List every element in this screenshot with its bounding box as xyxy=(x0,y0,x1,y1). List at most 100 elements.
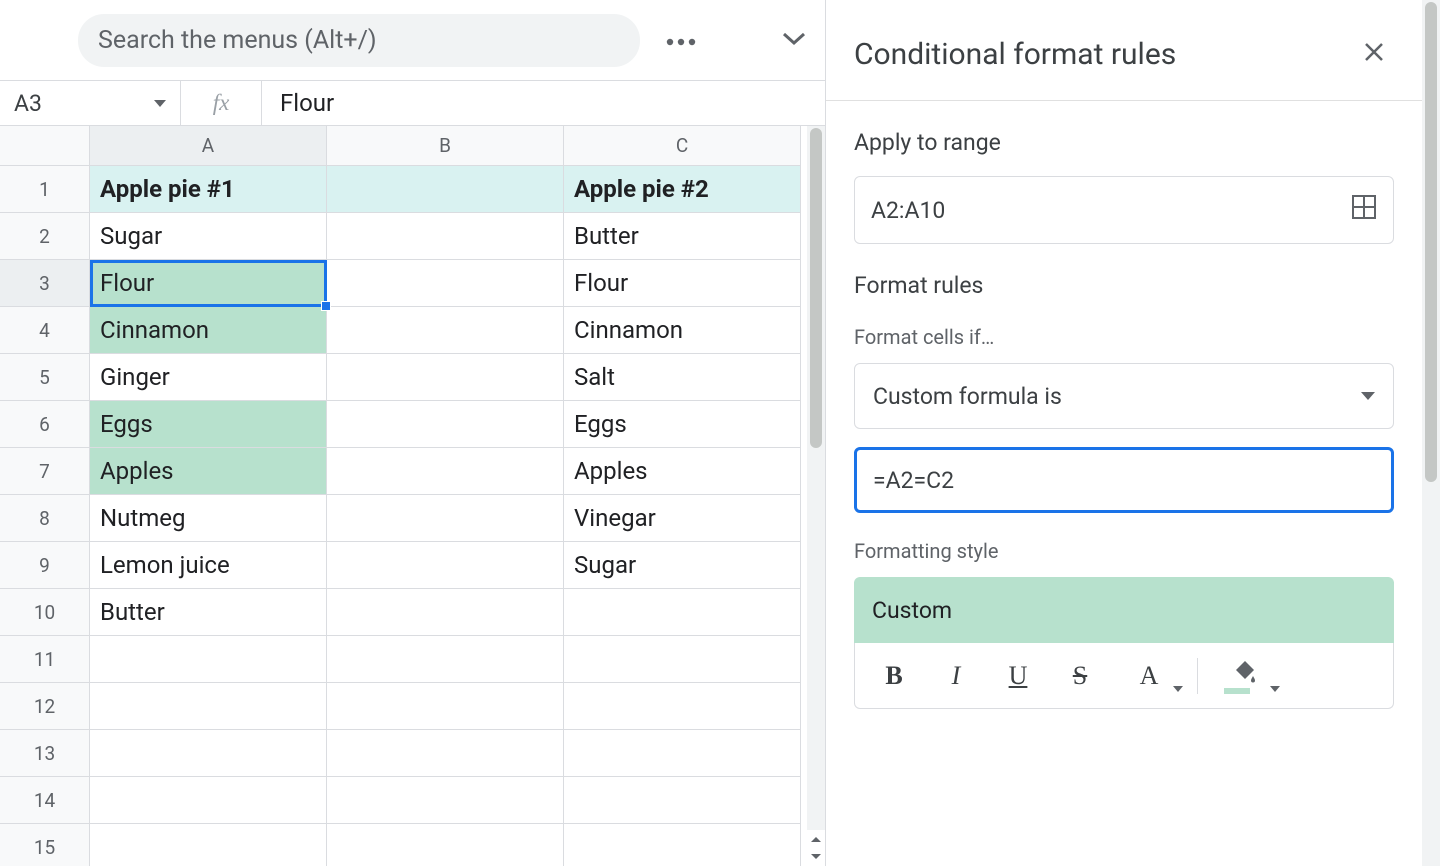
italic-button[interactable]: I xyxy=(931,654,981,698)
cell-C11[interactable] xyxy=(564,636,801,683)
row-header-8[interactable]: 8 xyxy=(0,495,90,542)
cell-B15[interactable] xyxy=(327,824,564,866)
fill-color-button[interactable] xyxy=(1214,654,1278,698)
row-header-7[interactable]: 7 xyxy=(0,448,90,495)
close-icon xyxy=(1363,41,1385,67)
cell-C6[interactable]: Eggs xyxy=(564,401,801,448)
row-header-10[interactable]: 10 xyxy=(0,589,90,636)
row-header-6[interactable]: 6 xyxy=(0,401,90,448)
fx-icon: fx xyxy=(213,90,230,116)
style-preview[interactable]: Custom xyxy=(854,577,1394,643)
bold-button[interactable]: B xyxy=(869,654,919,698)
row-header-1[interactable]: 1 xyxy=(0,166,90,213)
cell-C10[interactable] xyxy=(564,589,801,636)
cell-B4[interactable] xyxy=(327,307,564,354)
cell-A5[interactable]: Ginger xyxy=(90,354,327,401)
cell-C14[interactable] xyxy=(564,777,801,824)
text-color-button[interactable]: A xyxy=(1117,654,1181,698)
cell-A1[interactable]: Apple pie #1 xyxy=(90,166,327,213)
cell-B7[interactable] xyxy=(327,448,564,495)
row-header-4[interactable]: 4 xyxy=(0,307,90,354)
row-header-9[interactable]: 9 xyxy=(0,542,90,589)
row-header-14[interactable]: 14 xyxy=(0,777,90,824)
close-panel-button[interactable] xyxy=(1354,34,1394,74)
cell-C9[interactable]: Sugar xyxy=(564,542,801,589)
cell-A10[interactable]: Butter xyxy=(90,589,327,636)
cell-A3[interactable]: Flour xyxy=(90,260,327,307)
cell-C12[interactable] xyxy=(564,683,801,730)
cell-C5[interactable]: Salt xyxy=(564,354,801,401)
cell-C4[interactable]: Cinnamon xyxy=(564,307,801,354)
cell-B2[interactable] xyxy=(327,213,564,260)
cell-B14[interactable] xyxy=(327,777,564,824)
select-all-corner[interactable] xyxy=(0,126,90,166)
cell-C2[interactable]: Butter xyxy=(564,213,801,260)
more-menu-button[interactable] xyxy=(658,16,705,64)
panel-scrollbar[interactable] xyxy=(1422,0,1440,866)
row-header-11[interactable]: 11 xyxy=(0,636,90,683)
row-header-13[interactable]: 13 xyxy=(0,730,90,777)
scroll-up-button[interactable] xyxy=(807,830,825,848)
fx-label: fx xyxy=(180,81,262,125)
range-input[interactable]: A2:A10 xyxy=(854,176,1394,244)
fill-color-swatch xyxy=(1224,688,1250,694)
format-if-label: Format cells if… xyxy=(854,325,1394,349)
chevron-down-icon xyxy=(1361,392,1375,400)
custom-formula-input[interactable]: =A2=C2 xyxy=(854,447,1394,513)
strikethrough-button[interactable]: S xyxy=(1055,654,1105,698)
scrollbar-track[interactable] xyxy=(807,126,825,830)
cell-C7[interactable]: Apples xyxy=(564,448,801,495)
cell-C15[interactable] xyxy=(564,824,801,866)
cell-C13[interactable] xyxy=(564,730,801,777)
table-row: 13 xyxy=(0,730,807,777)
scroll-down-button[interactable] xyxy=(807,848,825,866)
formula-bar-input[interactable]: Flour xyxy=(262,81,825,125)
menu-search-input[interactable]: Search the menus (Alt+/) xyxy=(78,14,640,67)
cell-A6[interactable]: Eggs xyxy=(90,401,327,448)
row-header-12[interactable]: 12 xyxy=(0,683,90,730)
name-box[interactable]: A3 xyxy=(0,81,180,125)
column-header-C[interactable]: C xyxy=(564,126,801,166)
cell-B11[interactable] xyxy=(327,636,564,683)
cell-A8[interactable]: Nutmeg xyxy=(90,495,327,542)
cell-A4[interactable]: Cinnamon xyxy=(90,307,327,354)
cell-C8[interactable]: Vinegar xyxy=(564,495,801,542)
grid[interactable]: ABC 1Apple pie #1Apple pie #22SugarButte… xyxy=(0,126,807,866)
column-header-A[interactable]: A xyxy=(90,126,327,166)
cell-C3[interactable]: Flour xyxy=(564,260,801,307)
column-header-B[interactable]: B xyxy=(327,126,564,166)
cell-A13[interactable] xyxy=(90,730,327,777)
expand-toolbar-button[interactable] xyxy=(771,16,818,64)
underline-button[interactable]: U xyxy=(993,654,1043,698)
cell-B12[interactable] xyxy=(327,683,564,730)
scrollbar-thumb[interactable] xyxy=(810,128,822,448)
fill-handle[interactable] xyxy=(321,301,331,311)
row-header-15[interactable]: 15 xyxy=(0,824,90,866)
panel-header: Conditional format rules xyxy=(826,0,1422,100)
cell-A9[interactable]: Lemon juice xyxy=(90,542,327,589)
cell-B1[interactable] xyxy=(327,166,564,213)
cell-C1[interactable]: Apple pie #2 xyxy=(564,166,801,213)
cell-A14[interactable] xyxy=(90,777,327,824)
cell-A7[interactable]: Apples xyxy=(90,448,327,495)
cell-B8[interactable] xyxy=(327,495,564,542)
row-header-2[interactable]: 2 xyxy=(0,213,90,260)
cell-A12[interactable] xyxy=(90,683,327,730)
vertical-scrollbar[interactable] xyxy=(807,126,825,866)
row-header-5[interactable]: 5 xyxy=(0,354,90,401)
cell-B10[interactable] xyxy=(327,589,564,636)
cell-B13[interactable] xyxy=(327,730,564,777)
cell-B3[interactable] xyxy=(327,260,564,307)
scrollbar-thumb[interactable] xyxy=(1425,2,1437,482)
row-header-3[interactable]: 3 xyxy=(0,260,90,307)
table-row: 9Lemon juice Sugar xyxy=(0,542,807,589)
cell-A15[interactable] xyxy=(90,824,327,866)
cell-B5[interactable] xyxy=(327,354,564,401)
cell-A2[interactable]: Sugar xyxy=(90,213,327,260)
cell-A11[interactable] xyxy=(90,636,327,683)
cell-B9[interactable] xyxy=(327,542,564,589)
more-horizontal-icon xyxy=(666,31,696,50)
cell-B6[interactable] xyxy=(327,401,564,448)
select-range-icon[interactable] xyxy=(1351,194,1377,226)
condition-select[interactable]: Custom formula is xyxy=(854,363,1394,429)
